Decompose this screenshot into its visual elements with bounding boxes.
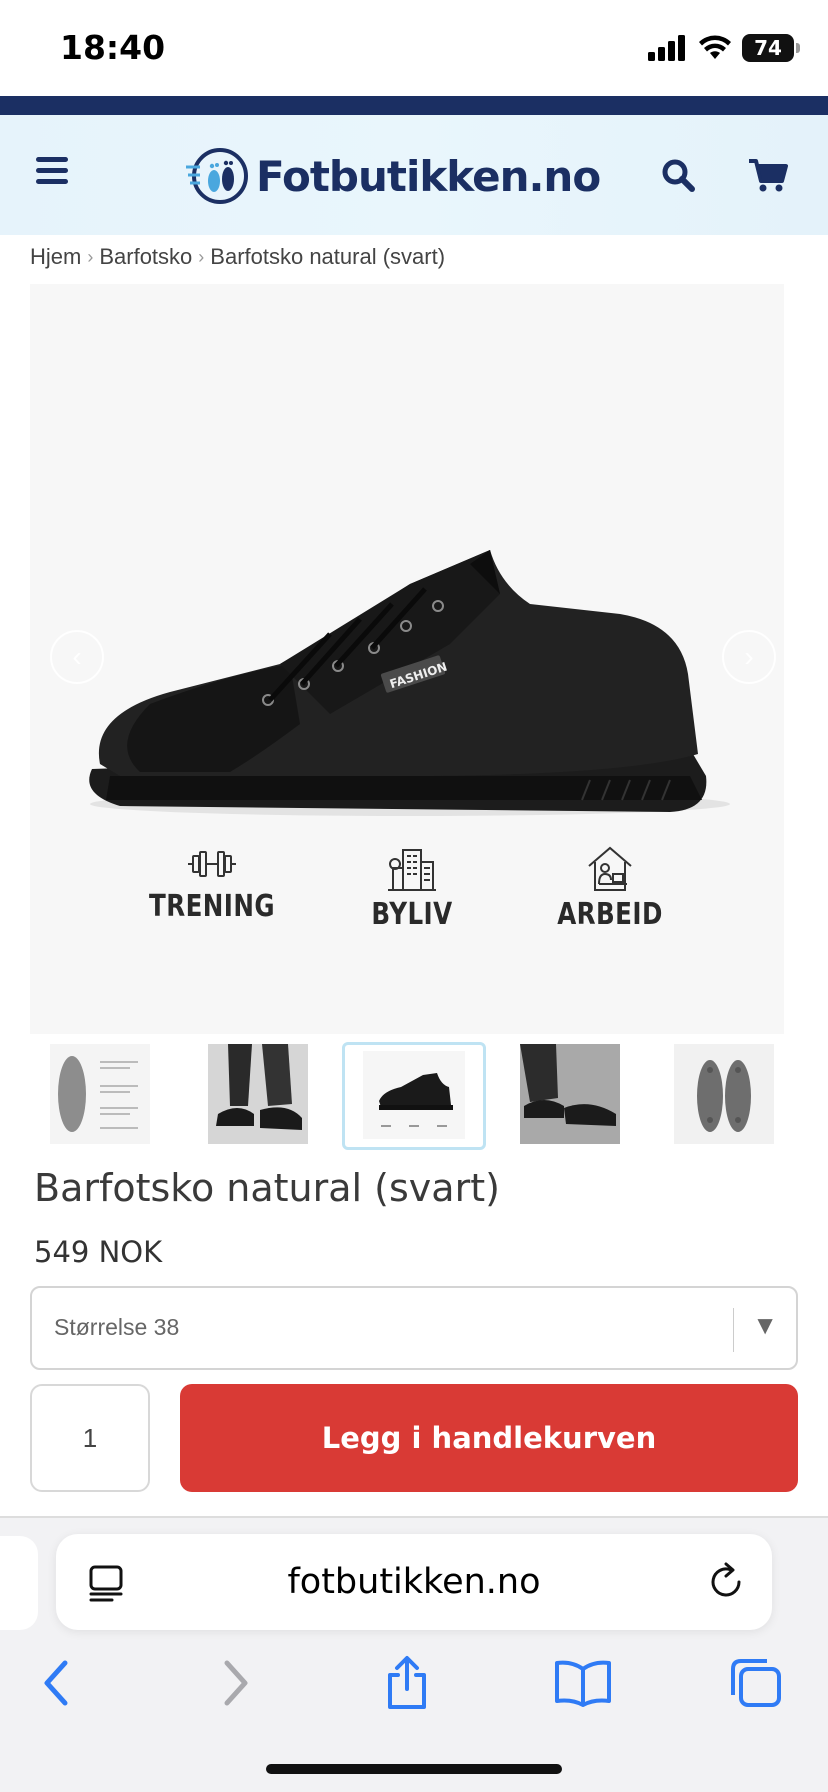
forward-icon[interactable] (200, 1648, 270, 1718)
bookmarks-icon[interactable] (548, 1648, 618, 1718)
status-icons: 74 (648, 34, 800, 62)
battery-icon: 74 (742, 34, 800, 62)
header-top-stripe (0, 96, 828, 115)
thumbnail-5[interactable] (674, 1044, 774, 1144)
gallery-prev-button[interactable]: ‹ (50, 630, 104, 684)
thumbnail-3[interactable] (342, 1042, 486, 1150)
city-buildings-icon (388, 849, 436, 891)
size-select[interactable]: Størrelse 38 ▼ (30, 1286, 798, 1370)
feature-training: TRENING (132, 844, 292, 924)
home-office-icon (588, 846, 632, 891)
logo-text: Fotbutikken.no (256, 151, 601, 201)
worn-shoe-photo (208, 1044, 308, 1144)
product-title: Barfotsko natural (svart) (34, 1166, 500, 1210)
add-to-cart-button[interactable]: Legg i handlekurven (180, 1384, 798, 1492)
tabs-icon[interactable] (720, 1648, 790, 1718)
sole-diagram-image (50, 1044, 150, 1144)
dropdown-caret-icon: ▼ (752, 1310, 778, 1340)
shoe-lifestyle-photo (520, 1044, 620, 1144)
shopping-cart-icon[interactable] (748, 157, 788, 193)
feet-logo-icon (186, 148, 248, 204)
feature-work-label: ARBEID (557, 897, 663, 932)
site-header: Fotbutikken.no (0, 115, 828, 235)
feature-work: ARBEID (530, 844, 690, 932)
browser-chrome: fotbutikken.no (0, 1518, 828, 1792)
feature-city: BYLIV (332, 844, 492, 932)
thumbnail-strip (50, 1042, 780, 1150)
reload-icon[interactable] (706, 1562, 746, 1602)
status-time: 18:40 (60, 28, 166, 67)
breadcrumb-category[interactable]: Barfotsko (99, 244, 192, 270)
chevron-right-icon: › (198, 246, 205, 267)
thumbnail-4[interactable] (520, 1044, 620, 1144)
back-icon[interactable] (22, 1648, 92, 1718)
share-icon[interactable] (372, 1648, 442, 1718)
previous-tab-card[interactable] (0, 1536, 38, 1630)
thumbnail-1[interactable] (50, 1044, 150, 1144)
site-logo[interactable]: Fotbutikken.no (186, 147, 601, 205)
cellular-signal-icon (648, 35, 685, 61)
size-select-value: Størrelse 38 (54, 1314, 180, 1340)
page: 18:40 74 Fotbutikken.no Hjem › Barfotsko… (0, 0, 828, 1792)
dumbbell-icon (188, 851, 236, 877)
breadcrumb-home[interactable]: Hjem (30, 244, 81, 270)
gallery-next-button[interactable]: › (722, 630, 776, 684)
status-bar: 18:40 74 (0, 0, 828, 96)
product-price: 549 NOK (34, 1235, 163, 1269)
product-main-image[interactable]: FASHION ‹ › TRENING BYLIV ARBEID (30, 284, 784, 1034)
shoe-image: FASHION (89, 550, 730, 816)
home-indicator (266, 1764, 562, 1774)
shoe-soles-photo (674, 1044, 774, 1144)
shoe-product-photo (363, 1051, 465, 1139)
feature-city-label: BYLIV (371, 897, 453, 932)
address-bar[interactable]: fotbutikken.no (56, 1534, 772, 1630)
hamburger-menu-icon[interactable] (36, 157, 68, 185)
select-divider (733, 1308, 734, 1352)
chevron-right-icon: › (87, 246, 94, 267)
quantity-input[interactable]: 1 (30, 1384, 150, 1492)
search-icon[interactable] (660, 157, 696, 193)
wifi-icon (699, 35, 731, 59)
feature-training-label: TRENING (149, 889, 275, 924)
breadcrumb: Hjem › Barfotsko › Barfotsko natural (sv… (30, 244, 445, 270)
url-text: fotbutikken.no (287, 1562, 541, 1602)
thumbnail-2[interactable] (208, 1044, 308, 1144)
breadcrumb-current: Barfotsko natural (svart) (210, 244, 446, 269)
